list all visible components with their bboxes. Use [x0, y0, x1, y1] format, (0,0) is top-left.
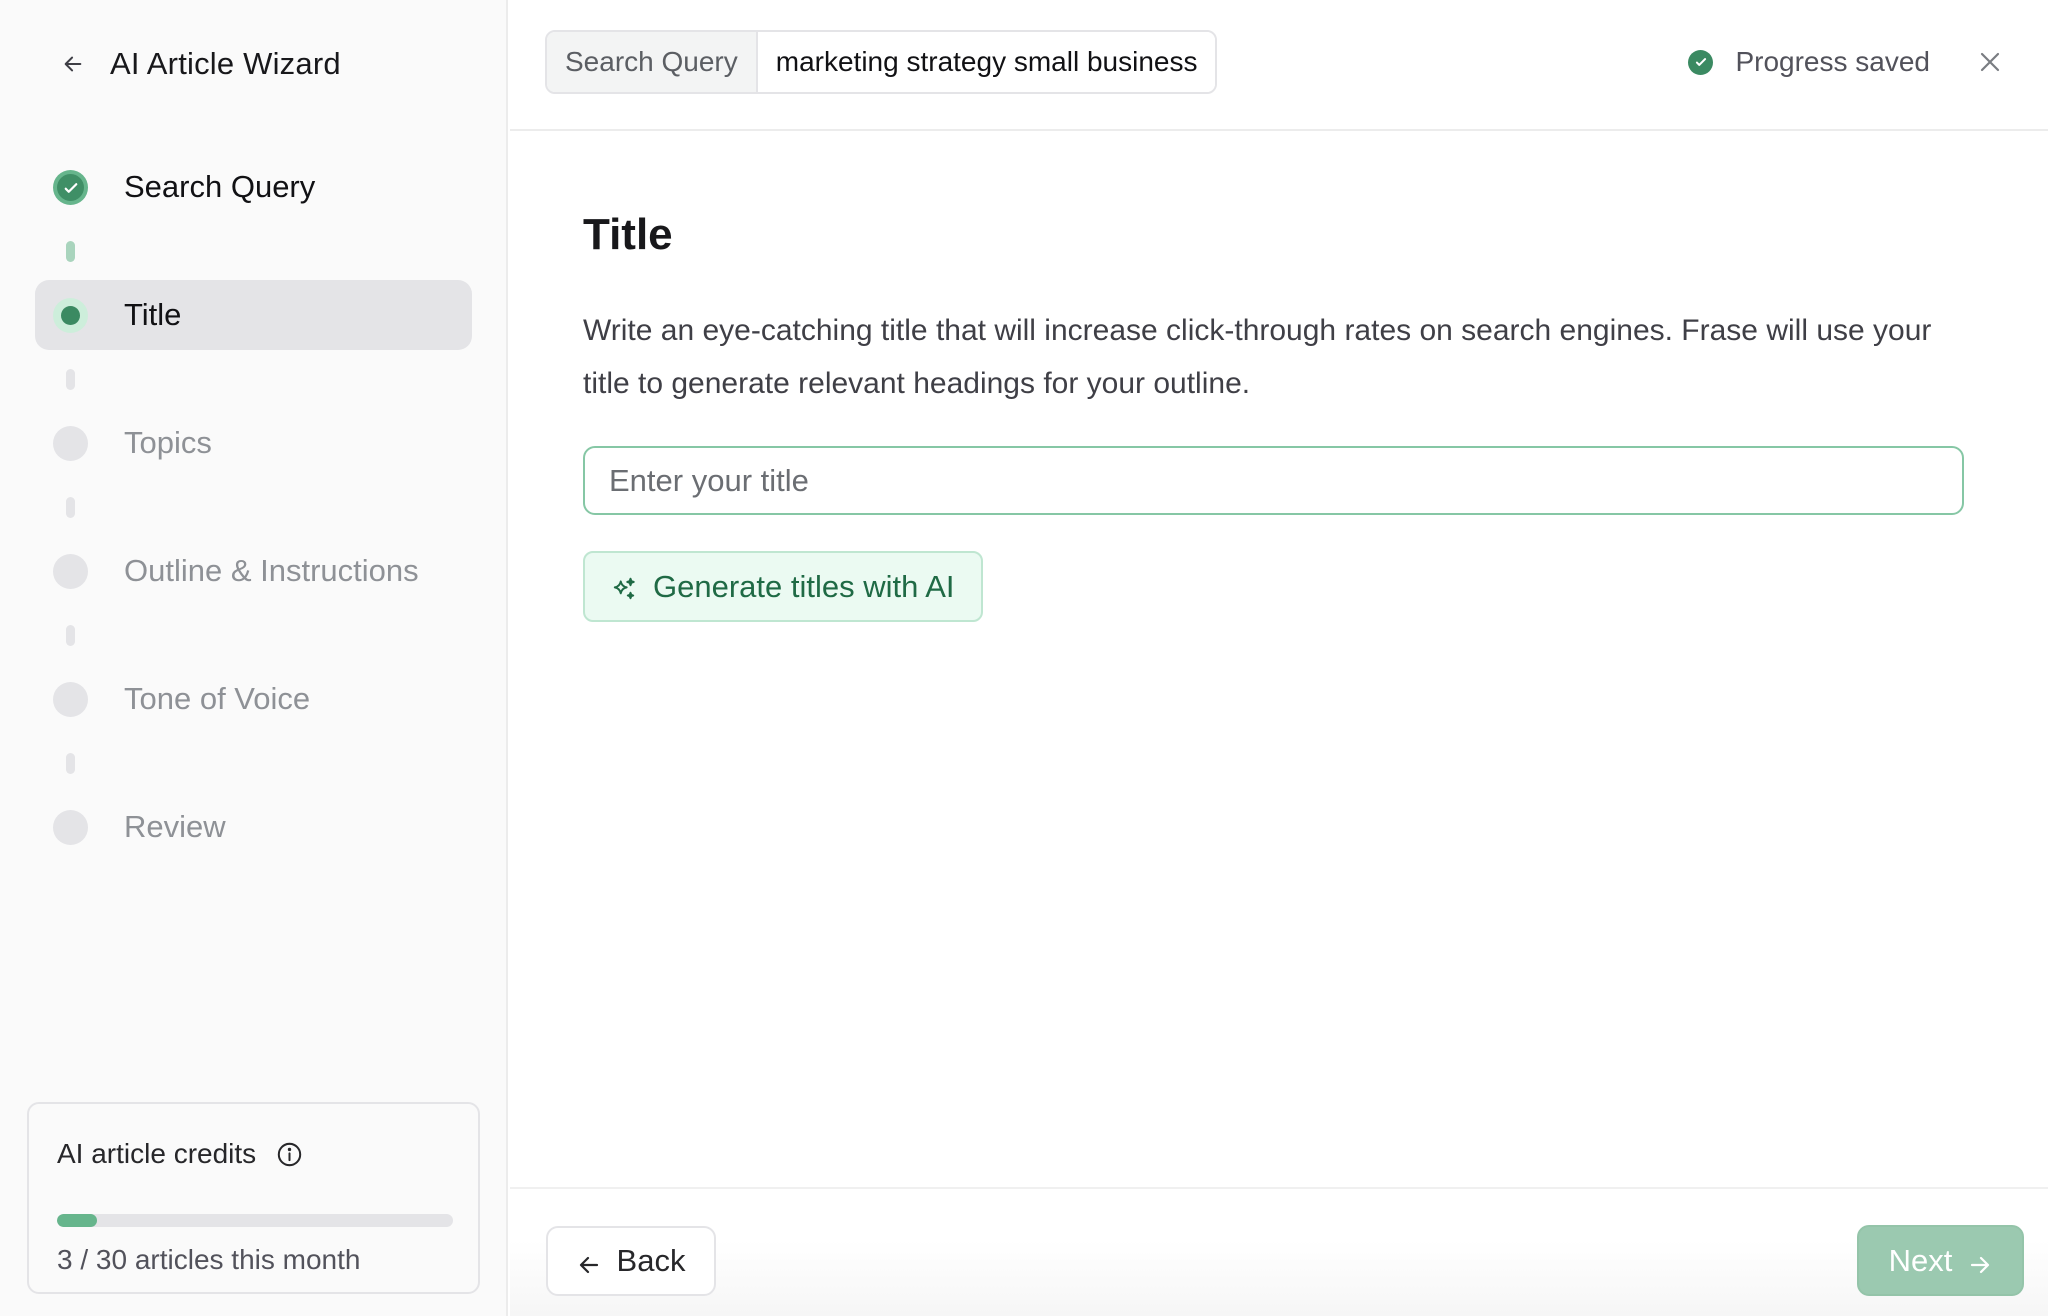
credits-title: AI article credits — [57, 1138, 257, 1169]
sparkles-icon — [611, 574, 637, 600]
pending-step-dot-icon — [53, 554, 88, 589]
title-step-content: Title Write an eye-catching title that w… — [583, 200, 1964, 622]
app-title: AI Article Wizard — [110, 46, 341, 81]
arrow-left-icon — [577, 1249, 601, 1274]
check-circle-icon — [53, 170, 88, 205]
step-label: Review — [124, 809, 226, 844]
step-label: Outline & Instructions — [124, 553, 419, 588]
step-label: Search Query — [124, 169, 316, 204]
sidebar-header: AI Article Wizard — [60, 44, 341, 84]
step-title[interactable]: Title — [35, 280, 472, 350]
generate-titles-button[interactable]: Generate titles with AI — [583, 551, 983, 622]
wizard-footer: Back Next — [510, 1187, 2048, 1316]
progress-saved-text: Progress saved — [1735, 46, 1930, 77]
back-button[interactable]: Back — [546, 1226, 716, 1296]
step-connector — [35, 478, 472, 536]
step-label: Title — [124, 297, 182, 332]
step-connector — [35, 350, 472, 408]
step-outline-instructions[interactable]: Outline & Instructions — [35, 536, 472, 606]
next-label: Next — [1888, 1242, 1953, 1278]
search-query-value[interactable]: marketing strategy small business — [757, 32, 1216, 92]
arrow-right-icon — [1968, 1249, 1992, 1273]
step-connector — [35, 606, 472, 664]
arrow-left-icon[interactable] — [60, 51, 86, 77]
next-button[interactable]: Next — [1857, 1225, 2024, 1296]
progress-status: Progress saved — [1688, 44, 1930, 80]
wizard-sidebar: AI Article Wizard Search Query Title Top… — [0, 0, 508, 1316]
wizard-steps: Search Query Title Topics Outline & Inst… — [35, 152, 472, 862]
generate-titles-label: Generate titles with AI — [653, 568, 955, 604]
pending-step-dot-icon — [53, 426, 88, 461]
step-label: Tone of Voice — [124, 681, 311, 716]
step-review[interactable]: Review — [35, 792, 472, 862]
page-title: Title — [583, 210, 673, 259]
credits-title-row: AI article credits — [57, 1138, 303, 1170]
step-connector — [35, 222, 472, 280]
search-query-field[interactable]: Search Query marketing strategy small bu… — [545, 30, 1218, 94]
pending-step-dot-icon — [53, 810, 88, 845]
top-bar: Search Query marketing strategy small bu… — [510, 0, 2048, 131]
step-tone-of-voice[interactable]: Tone of Voice — [35, 664, 472, 734]
pending-step-dot-icon — [53, 682, 88, 717]
step-topics[interactable]: Topics — [35, 408, 472, 478]
step-label: Topics — [124, 425, 212, 460]
credits-summary: 3 / 30 articles this month — [57, 1244, 361, 1275]
info-icon[interactable] — [276, 1141, 303, 1168]
close-icon[interactable] — [1976, 48, 2004, 76]
title-input[interactable] — [583, 446, 1964, 515]
back-label: Back — [616, 1243, 686, 1278]
credits-progress-bar — [57, 1214, 453, 1227]
step-search-query[interactable]: Search Query — [35, 152, 472, 222]
step-description: Write an eye-catching title that will in… — [583, 314, 1932, 400]
credits-card: AI article credits 3 / 30 articles this … — [27, 1102, 480, 1294]
search-query-label: Search Query — [547, 32, 758, 92]
step-connector — [35, 734, 472, 792]
current-step-dot-icon — [53, 298, 88, 333]
check-circle-icon — [1688, 49, 1714, 75]
credits-progress-fill — [57, 1214, 97, 1227]
